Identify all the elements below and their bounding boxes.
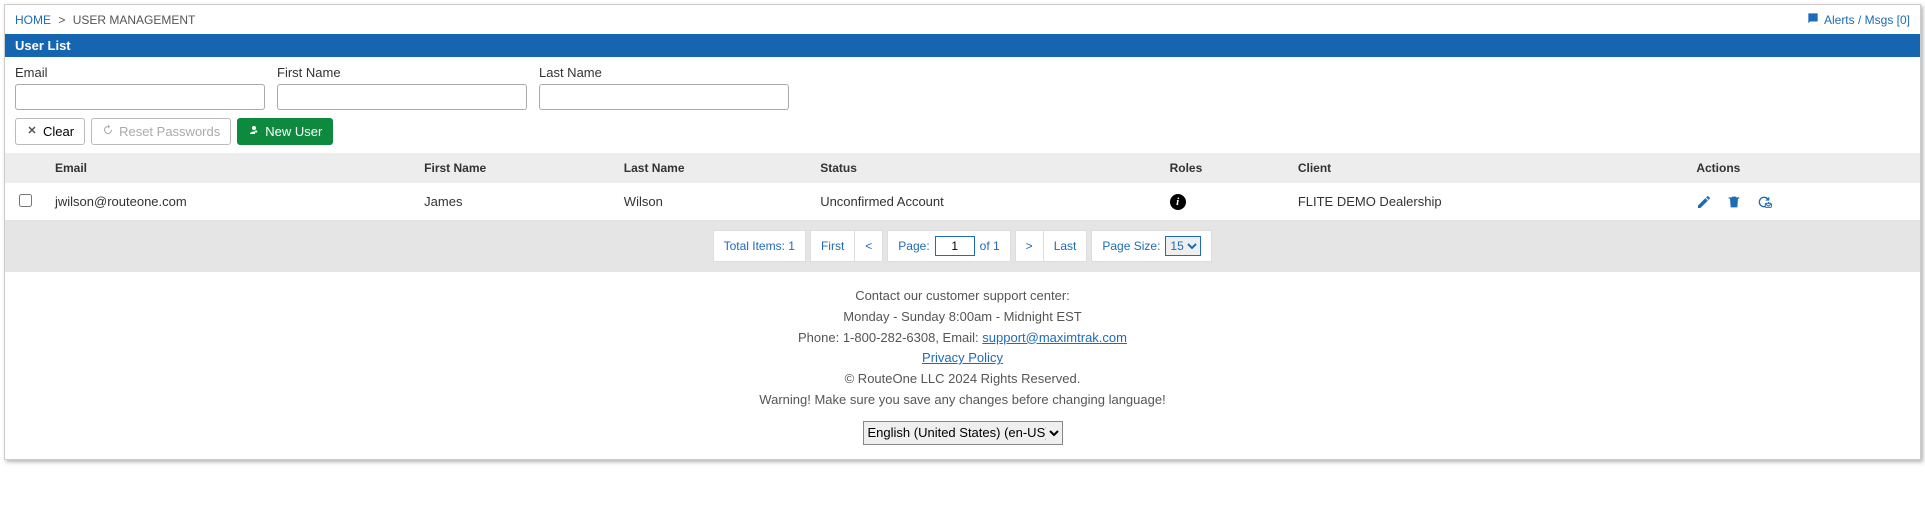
- breadcrumb: HOME > USER MANAGEMENT: [15, 13, 195, 27]
- cell-first: James: [414, 183, 614, 220]
- add-user-icon: [248, 124, 260, 139]
- reset-label: Reset Passwords: [119, 124, 220, 139]
- breadcrumb-home[interactable]: HOME: [15, 13, 51, 27]
- pager-page: Page: of 1: [887, 230, 1010, 262]
- breadcrumb-current: USER MANAGEMENT: [73, 13, 196, 27]
- newuser-label: New User: [265, 124, 322, 139]
- pager-page-input[interactable]: [935, 236, 975, 256]
- col-last[interactable]: Last Name: [614, 153, 810, 183]
- cell-client: FLITE DEMO Dealership: [1288, 183, 1687, 220]
- table-row: jwilson@routeone.com James Wilson Unconf…: [5, 183, 1920, 220]
- pager-next[interactable]: >: [1015, 230, 1044, 262]
- pager-first[interactable]: First: [810, 230, 855, 262]
- cell-status: Unconfirmed Account: [810, 183, 1159, 220]
- new-user-button[interactable]: New User: [237, 118, 333, 145]
- filter-last-label: Last Name: [539, 65, 789, 80]
- breadcrumb-sep: >: [58, 13, 65, 27]
- edit-icon[interactable]: [1696, 194, 1712, 210]
- info-icon[interactable]: i: [1170, 194, 1186, 210]
- pager-total: Total Items: 1: [713, 230, 806, 262]
- pager-size-select[interactable]: 15: [1165, 236, 1201, 256]
- filter-first-input[interactable]: [277, 84, 527, 110]
- col-client[interactable]: Client: [1288, 153, 1687, 183]
- panel-title: User List: [5, 34, 1920, 57]
- clear-button[interactable]: Clear: [15, 118, 85, 145]
- refresh-icon: [102, 124, 114, 139]
- filter-email-input[interactable]: [15, 84, 265, 110]
- close-icon: [26, 124, 38, 139]
- col-email[interactable]: Email: [45, 153, 414, 183]
- footer: Contact our customer support center: Mon…: [5, 272, 1920, 459]
- col-status[interactable]: Status: [810, 153, 1159, 183]
- reset-passwords-button: Reset Passwords: [91, 118, 231, 145]
- row-checkbox[interactable]: [19, 194, 32, 207]
- pager-prev[interactable]: <: [854, 230, 883, 262]
- footer-contact: Contact our customer support center:: [5, 286, 1920, 307]
- footer-hours: Monday - Sunday 8:00am - Midnight EST: [5, 307, 1920, 328]
- cell-last: Wilson: [614, 183, 810, 220]
- resend-icon[interactable]: [1756, 194, 1772, 210]
- filter-first-label: First Name: [277, 65, 527, 80]
- language-select[interactable]: English (United States) (en-US): [863, 421, 1063, 445]
- footer-warning: Warning! Make sure you save any changes …: [5, 390, 1920, 411]
- col-first[interactable]: First Name: [414, 153, 614, 183]
- alerts-link[interactable]: Alerts / Msgs [0]: [1806, 11, 1910, 28]
- clear-label: Clear: [43, 124, 74, 139]
- pager-last[interactable]: Last: [1043, 230, 1088, 262]
- cell-roles: i: [1160, 183, 1288, 220]
- user-table: Email First Name Last Name Status Roles …: [5, 153, 1920, 220]
- privacy-link[interactable]: Privacy Policy: [922, 350, 1003, 365]
- filter-email-label: Email: [15, 65, 265, 80]
- alerts-label: Alerts / Msgs [0]: [1824, 13, 1910, 27]
- col-roles[interactable]: Roles: [1160, 153, 1288, 183]
- filter-last-input[interactable]: [539, 84, 789, 110]
- pager-size: Page Size: 15: [1091, 230, 1212, 262]
- cell-email: jwilson@routeone.com: [45, 183, 414, 220]
- pager: Total Items: 1 First < Page: of 1 > Last…: [713, 230, 1213, 262]
- delete-icon[interactable]: [1726, 194, 1742, 210]
- footer-copyright: © RouteOne LLC 2024 Rights Reserved.: [5, 369, 1920, 390]
- col-actions: Actions: [1686, 153, 1920, 183]
- alerts-icon: [1806, 11, 1820, 28]
- support-email-link[interactable]: support@maximtrak.com: [982, 330, 1127, 345]
- footer-phone: Phone: 1-800-282-6308, Email: support@ma…: [5, 328, 1920, 349]
